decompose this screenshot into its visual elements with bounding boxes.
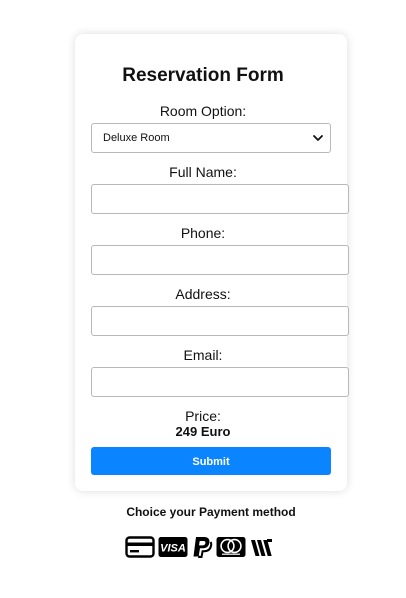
room-option-label: Room Option: [159,103,247,119]
paypal-icon[interactable] [191,535,213,559]
wallet-icon[interactable] [249,535,275,559]
chevron-down-icon [313,135,323,141]
svg-text:VISA: VISA [160,543,186,555]
price-label: Price: [185,408,221,424]
credit-card-icon[interactable] [125,535,155,559]
form-title: Reservation Form [122,65,284,86]
mastercard-icon[interactable] [216,535,246,559]
payment-icons: VISA [125,535,275,559]
price-value: 249 Euro [175,424,231,439]
phone-label: Phone: [180,225,226,241]
full-name-label: Full Name: [169,164,237,180]
full-name-field[interactable] [91,184,349,214]
email-field[interactable] [91,367,349,397]
room-option-select[interactable]: Deluxe Room [91,123,331,153]
submit-button[interactable]: Submit [91,447,331,475]
email-label: Email: [183,347,223,363]
visa-icon[interactable]: VISA [158,535,188,559]
room-option-value: Deluxe Room [103,132,170,144]
payment-method-heading: Choice your Payment method [126,505,296,519]
address-field[interactable] [91,306,349,336]
address-label: Address: [175,286,231,302]
phone-field[interactable] [91,245,349,275]
